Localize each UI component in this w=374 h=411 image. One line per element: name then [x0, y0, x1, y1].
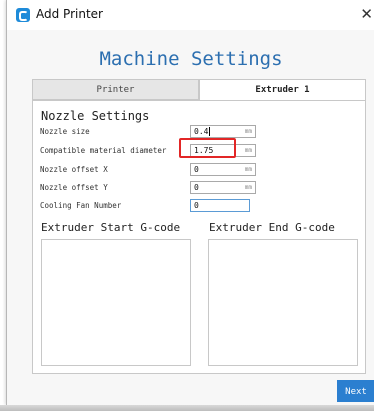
page-heading: Machine Settings [99, 48, 283, 70]
nozzle-offset-y-value: 0 [194, 183, 199, 192]
text-cursor [209, 127, 211, 136]
nozzle-offset-y-row: Nozzle offset Y 0 mm [40, 181, 360, 194]
start-gcode-title: Extruder Start G-code [41, 221, 181, 234]
cura-logo-icon [16, 8, 30, 22]
window-title: Add Printer [36, 7, 103, 21]
material-diameter-unit: mm [244, 147, 252, 154]
red-highlight-box [179, 138, 236, 158]
nozzle-offset-y-label: Nozzle offset Y [40, 183, 108, 192]
next-button[interactable]: Next [337, 380, 374, 402]
tab-printer[interactable]: Printer [32, 79, 199, 100]
tab-extruder-1[interactable]: Extruder 1 [199, 79, 366, 101]
nozzle-offset-x-label: Nozzle offset X [40, 165, 108, 174]
nozzle-size-unit: mm [244, 128, 252, 135]
add-printer-window: Add Printer ✕ Machine Settings Printer E… [6, 0, 374, 405]
nozzle-offset-y-unit: mm [244, 184, 252, 191]
tab-bar: Printer Extruder 1 [32, 79, 366, 101]
cooling-fan-row: Cooling Fan Number 0 [40, 199, 360, 212]
end-gcode-title: Extruder End G-code [209, 221, 335, 234]
cooling-fan-value: 0 [194, 201, 199, 210]
nozzle-size-label: Nozzle size [40, 127, 90, 136]
nozzle-size-value: 0.4 [194, 127, 209, 136]
close-icon[interactable]: ✕ [360, 5, 373, 23]
material-diameter-label: Compatible material diameter [40, 146, 167, 155]
nozzle-size-input[interactable]: 0.4 mm [190, 125, 256, 138]
start-gcode-editor[interactable] [41, 239, 191, 366]
nozzle-offset-x-row: Nozzle offset X 0 mm [40, 163, 360, 176]
nozzle-size-row: Nozzle size 0.4 mm [40, 125, 360, 138]
nozzle-offset-x-value: 0 [194, 165, 199, 174]
end-gcode-editor[interactable] [208, 239, 358, 366]
title-bar: Add Printer ✕ [7, 0, 374, 30]
nozzle-offset-x-input[interactable]: 0 mm [190, 163, 256, 176]
nozzle-offset-x-unit: mm [244, 166, 252, 173]
cooling-fan-label: Cooling Fan Number [40, 201, 122, 210]
nozzle-offset-y-input[interactable]: 0 mm [190, 181, 256, 194]
nozzle-settings-title: Nozzle Settings [41, 109, 150, 123]
taskbar-strip [0, 405, 374, 411]
cooling-fan-input[interactable]: 0 [190, 199, 250, 212]
